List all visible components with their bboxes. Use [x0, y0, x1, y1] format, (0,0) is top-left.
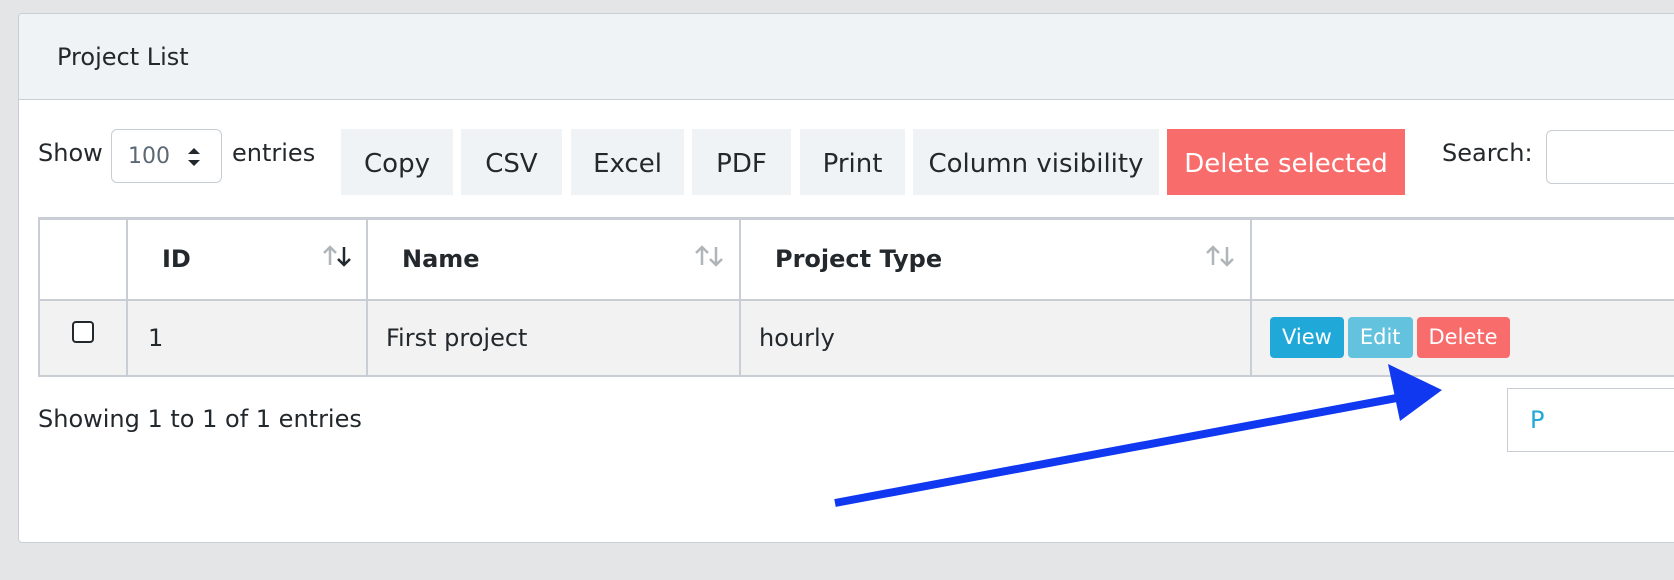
row-actions-cell: View Edit Delete — [1250, 298, 1674, 377]
entries-length-select[interactable]: 100 — [111, 129, 222, 183]
table-info: Showing 1 to 1 of 1 entries — [38, 405, 362, 433]
delete-button[interactable]: Delete — [1416, 317, 1510, 358]
view-button[interactable]: View — [1270, 317, 1344, 358]
copy-button[interactable]: Copy — [341, 129, 453, 195]
sort-both-icon — [695, 245, 723, 267]
pagination-label: P — [1530, 406, 1545, 434]
column-visibility-button[interactable]: Column visibility — [913, 129, 1159, 195]
column-header-project-type[interactable]: Project Type — [739, 217, 1252, 301]
column-header-id-label: ID — [162, 245, 191, 274]
csv-button[interactable]: CSV — [461, 129, 562, 195]
delete-selected-button[interactable]: Delete selected — [1167, 129, 1405, 195]
row-select-checkbox[interactable] — [72, 320, 94, 343]
card-title: Project List — [57, 42, 189, 71]
row-id-cell: 1 — [126, 298, 368, 377]
column-header-name-label: Name — [402, 245, 480, 274]
row-type-cell: hourly — [739, 298, 1252, 377]
entries-label: entries — [232, 139, 316, 167]
column-header-id[interactable]: ID — [126, 217, 368, 301]
search-label: Search: — [1442, 139, 1533, 167]
row-select-cell — [38, 298, 128, 377]
row-name-cell: First project — [366, 298, 741, 377]
projects-table: ID Name Project Type 1 First project hou… — [38, 217, 1674, 377]
sort-desc-icon — [323, 245, 351, 267]
card-header: Project List — [19, 14, 1674, 100]
show-label: Show — [38, 139, 103, 167]
column-header-project-type-label: Project Type — [775, 245, 943, 274]
select-all-header — [38, 217, 128, 301]
edit-button[interactable]: Edit — [1347, 317, 1413, 358]
search-input[interactable] — [1546, 130, 1674, 184]
entries-length-value: 100 — [128, 143, 170, 169]
table-row: 1 First project hourly View Edit Delete — [38, 298, 1674, 377]
excel-button[interactable]: Excel — [571, 129, 684, 195]
pdf-button[interactable]: PDF — [692, 129, 791, 195]
column-header-name[interactable]: Name — [366, 217, 741, 301]
table-header-row: ID Name Project Type — [38, 217, 1674, 301]
pagination-previous-button[interactable]: P — [1507, 388, 1674, 452]
select-spinner-icon — [188, 148, 200, 166]
sort-both-icon — [1206, 245, 1234, 267]
print-button[interactable]: Print — [800, 129, 905, 195]
column-header-actions — [1250, 217, 1674, 301]
